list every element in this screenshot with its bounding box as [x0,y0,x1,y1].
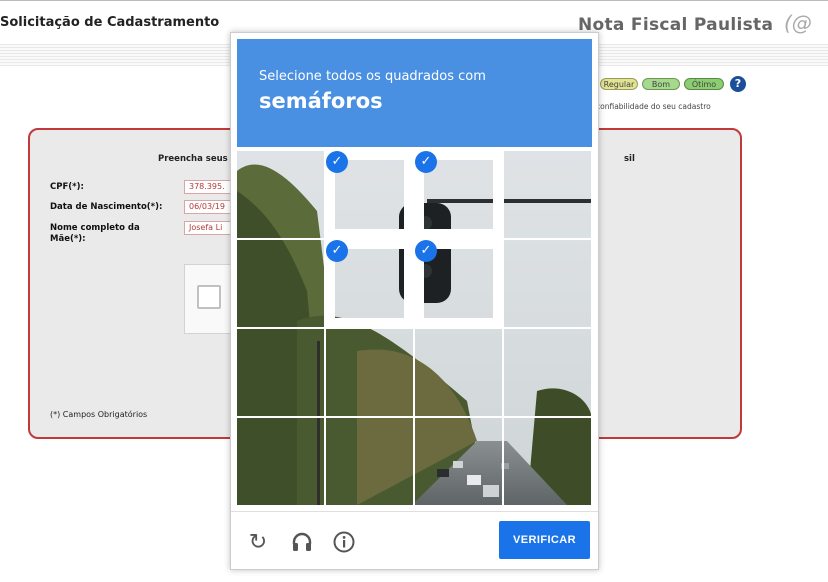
captcha-tile[interactable] [504,151,591,238]
captcha-tile[interactable] [415,418,502,505]
rating-bom: Bom [642,78,680,90]
captcha-instruction: Selecione todos os quadrados com [259,69,486,84]
page-title: Solicitação de Cadastramento [0,15,220,30]
captcha-tile[interactable] [415,329,502,416]
brand-logo: (@ [784,11,812,35]
captcha-tile[interactable] [326,418,413,505]
captcha-tile[interactable] [504,240,591,327]
captcha-divider [231,511,598,512]
captcha-tile[interactable]: ✓ [415,151,502,238]
check-icon: ✓ [415,240,437,262]
recaptcha-checkbox[interactable] [197,285,221,309]
captcha-grid: ✓ ✓ ✓ ✓ [237,151,592,505]
required-note: (*) Campos Obrigatórios [50,410,148,419]
rating-regular: Regular [600,78,638,90]
check-icon: ✓ [415,151,437,173]
captcha-tile[interactable] [504,329,591,416]
captcha-challenge: Selecione todos os quadrados com semáfor… [230,32,599,570]
captcha-target: semáforos [259,89,383,113]
captcha-tile[interactable] [237,240,324,327]
captcha-tile[interactable]: ✓ [415,240,502,327]
captcha-tile[interactable]: ✓ [326,151,413,238]
captcha-tile[interactable] [504,418,591,505]
brand-name: Nota Fiscal Paulista [578,15,774,35]
check-icon: ✓ [326,151,348,173]
form-heading-right: sil [624,154,635,164]
rating-otimo: Ótimo [684,78,724,90]
verify-button[interactable]: VERIFICAR [499,521,590,559]
info-icon[interactable] [331,530,357,556]
rating-caption: confiabilidade do seu cadastro [596,102,711,111]
check-icon: ✓ [326,240,348,262]
captcha-header: Selecione todos os quadrados com semáfor… [237,39,592,147]
captcha-tile[interactable] [237,329,324,416]
mother-name-label: Nome completo da Mãe(*): [50,223,140,244]
cpf-label: CPF(*): [50,182,84,192]
captcha-tile[interactable] [326,329,413,416]
birthdate-label: Data de Nascimento(*): [50,202,163,212]
form-heading: Preencha seus [158,154,228,164]
help-icon[interactable]: ? [730,76,746,92]
headphones-icon[interactable] [289,530,315,556]
captcha-tile[interactable] [237,418,324,505]
captcha-tile[interactable] [237,151,324,238]
reload-icon[interactable]: ↻ [245,530,271,556]
captcha-tile[interactable]: ✓ [326,240,413,327]
